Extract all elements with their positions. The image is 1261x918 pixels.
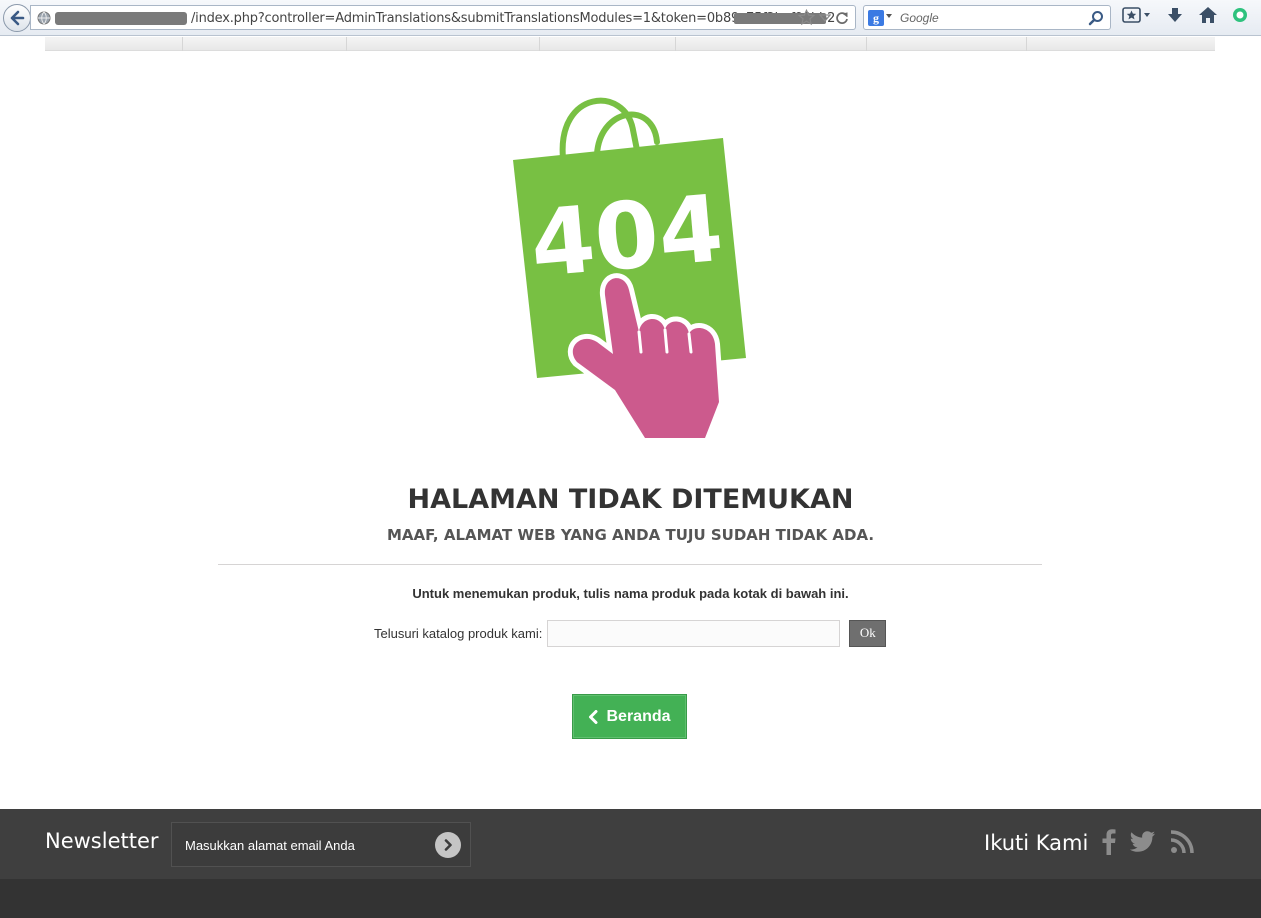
- back-button[interactable]: [3, 4, 31, 32]
- back-arrow-icon: [10, 10, 25, 26]
- downloads-icon[interactable]: [1166, 6, 1184, 24]
- twitter-icon[interactable]: [1130, 831, 1156, 853]
- search-hint: Untuk menemukan produk, tulis nama produ…: [412, 586, 849, 601]
- newsletter-title: Newsletter: [45, 829, 159, 853]
- site-navigation: [45, 37, 1215, 51]
- site-identity-icon[interactable]: [37, 11, 51, 25]
- newsletter-placeholder: Masukkan alamat email Anda: [185, 838, 355, 853]
- divider: [218, 564, 1042, 565]
- search-placeholder: Google: [900, 11, 939, 25]
- browser-search-bar[interactable]: g Google: [863, 5, 1111, 30]
- catalog-search-input[interactable]: [547, 619, 841, 647]
- reload-icon[interactable]: [835, 11, 849, 25]
- search-icon[interactable]: [1088, 10, 1104, 26]
- addon-icon[interactable]: [1232, 7, 1248, 23]
- address-bar[interactable]: /index.php?controller=AdminTranslations&…: [30, 5, 856, 30]
- search-label: Telusuri katalog produk kami:: [374, 625, 543, 641]
- footer: Newsletter Masukkan alamat email Anda Ik…: [0, 809, 1261, 879]
- 404-bag-illustration: 404: [513, 97, 746, 442]
- url-redaction: [55, 12, 187, 25]
- social-links: [1102, 829, 1194, 855]
- newsletter-email-input[interactable]: Masukkan alamat email Anda: [171, 822, 471, 867]
- bookmarks-menu-icon[interactable]: [1122, 7, 1152, 23]
- browser-toolbar: /index.php?controller=AdminTranslations&…: [0, 0, 1261, 36]
- home-icon[interactable]: [1198, 6, 1218, 24]
- newsletter-submit-button[interactable]: [435, 832, 461, 858]
- chevron-right-icon: [444, 839, 452, 851]
- chevron-left-icon: [589, 709, 598, 724]
- nav-item[interactable]: [676, 37, 867, 51]
- engine-dropdown-icon[interactable]: [886, 14, 892, 18]
- nav-item[interactable]: [867, 37, 1027, 51]
- nav-item[interactable]: [183, 37, 347, 51]
- nav-item[interactable]: [1027, 37, 1215, 50]
- bookmark-star-icon[interactable]: [798, 9, 815, 26]
- rss-icon[interactable]: [1170, 830, 1194, 854]
- home-button-label: Beranda: [606, 707, 671, 725]
- page-title: HALAMAN TIDAK DITEMUKAN: [407, 484, 854, 515]
- page-subtitle: MAAF, ALAMAT WEB YANG ANDA TUJU SUDAH TI…: [386, 526, 875, 544]
- facebook-icon[interactable]: [1102, 829, 1116, 855]
- home-button[interactable]: Beranda: [572, 694, 687, 739]
- catalog-search-form: Telusuri katalog produk kami: Ok: [374, 619, 887, 647]
- footer-bottom: [0, 879, 1261, 918]
- google-engine-icon[interactable]: g: [868, 10, 884, 26]
- nav-item[interactable]: [347, 37, 540, 51]
- nav-item[interactable]: [540, 37, 676, 51]
- nav-item[interactable]: [45, 37, 183, 51]
- follow-us-title: Ikuti Kami: [984, 831, 1089, 855]
- ok-button[interactable]: Ok: [849, 619, 887, 647]
- history-dropdown-icon[interactable]: [819, 12, 831, 24]
